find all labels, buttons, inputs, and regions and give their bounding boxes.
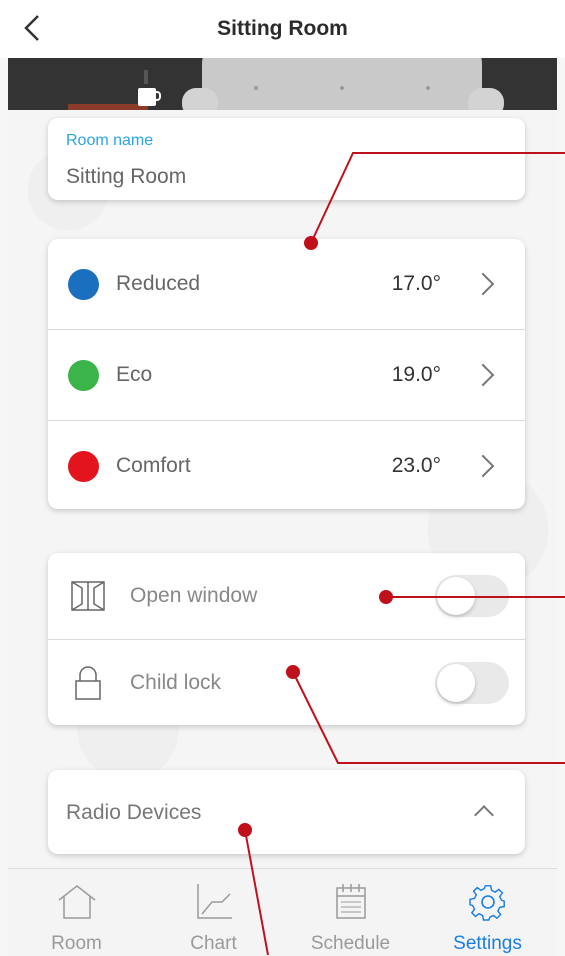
reduced-value: 17.0° [391, 272, 441, 295]
tab-chart[interactable]: Chart [145, 869, 282, 956]
window-icon [71, 581, 105, 611]
room-name-label: Room name [66, 132, 154, 149]
child-lock-label: Child lock [130, 671, 222, 694]
chart-icon [196, 884, 232, 919]
comfort-value: 23.0° [391, 454, 441, 477]
tab-settings[interactable]: Settings [419, 869, 556, 956]
tab-bar: Room Chart Schedule Settings [8, 868, 557, 956]
header: Sitting Room [0, 0, 565, 58]
radio-devices-label: Radio Devices [66, 801, 202, 824]
tab-chart-label: Chart [190, 933, 237, 954]
back-arrow-icon [24, 15, 39, 41]
tab-schedule-label: Schedule [310, 933, 391, 954]
toggles-card: Open window Child lock [48, 553, 525, 725]
lock-icon [75, 666, 101, 700]
chevron-right-icon [471, 272, 495, 296]
calendar-icon [335, 884, 366, 919]
eco-value: 19.0° [391, 363, 441, 386]
gear-icon [468, 885, 505, 921]
comfort-label: Comfort [116, 454, 191, 477]
open-window-toggle[interactable] [435, 575, 509, 617]
chevron-right-icon [471, 363, 495, 387]
room-name-value: Sitting Room [66, 165, 187, 188]
tab-room-label: Room [51, 933, 102, 954]
comfort-temperature-row[interactable]: Comfort 23.0° [48, 420, 525, 511]
chevron-right-icon [471, 454, 495, 478]
reduced-temperature-row[interactable]: Reduced 17.0° [48, 239, 525, 329]
reduced-color-dot [68, 268, 99, 300]
eco-label: Eco [116, 363, 153, 386]
open-window-row: Open window [48, 553, 525, 639]
toggle-knob [437, 577, 475, 615]
tab-schedule[interactable]: Schedule [282, 869, 419, 956]
temperature-presets-card: Reduced 17.0° Eco 19.0° Comfort 23.0° [48, 239, 525, 509]
reduced-label: Reduced [116, 272, 201, 295]
page-title: Sitting Room [217, 17, 348, 40]
child-lock-row: Child lock [48, 639, 525, 726]
tab-room[interactable]: Room [8, 869, 145, 956]
eco-color-dot [68, 359, 99, 391]
radio-devices-section[interactable]: Radio Devices [48, 770, 525, 854]
open-window-label: Open window [130, 584, 258, 607]
chevron-up-icon [474, 805, 494, 825]
child-lock-toggle[interactable] [435, 662, 509, 704]
comfort-color-dot [68, 450, 99, 482]
home-icon [58, 885, 95, 919]
room-banner-image [8, 58, 557, 110]
room-name-field[interactable]: Room name Sitting Room [48, 118, 525, 200]
eco-temperature-row[interactable]: Eco 19.0° [48, 329, 525, 420]
toggle-knob [437, 664, 475, 702]
tab-settings-label: Settings [453, 933, 522, 954]
back-button[interactable] [14, 10, 50, 46]
